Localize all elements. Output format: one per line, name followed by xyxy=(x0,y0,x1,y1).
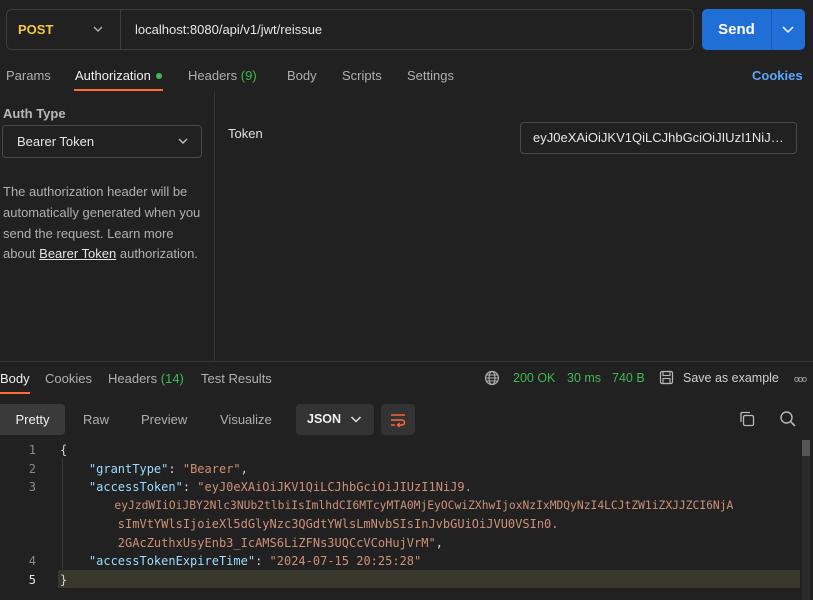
response-headers-count: (14) xyxy=(160,371,184,386)
auth-type-label: Auth Type xyxy=(3,106,66,121)
method-label: POST xyxy=(18,22,54,37)
json-key: "accessToken" xyxy=(88,480,183,494)
search-icon[interactable] xyxy=(779,410,797,428)
chevron-down-icon[interactable] xyxy=(782,24,794,34)
headers-count: (9) xyxy=(240,68,257,83)
line-number: 3 xyxy=(28,480,36,494)
format-visualize[interactable]: Visualize xyxy=(220,412,272,427)
code-line[interactable]: "grantType": "Bearer", xyxy=(60,462,248,476)
format-raw[interactable]: Raw xyxy=(83,412,109,427)
response-tab-body[interactable]: Body xyxy=(0,371,30,386)
scrollbar-thumb[interactable] xyxy=(802,440,810,456)
more-options-icon[interactable]: ooo xyxy=(794,374,807,384)
open-brace: { xyxy=(60,443,68,457)
tab-headers-label: Headers xyxy=(188,68,238,83)
response-tab-headers[interactable]: Headers (14) xyxy=(108,371,184,386)
token-label: Token xyxy=(228,126,263,141)
tab-scripts[interactable]: Scripts xyxy=(342,68,382,83)
json-value: "2024-07-15 20:25:28" xyxy=(269,554,422,568)
send-divider xyxy=(771,9,772,50)
copy-icon[interactable] xyxy=(738,410,756,428)
active-dot-icon xyxy=(155,72,162,79)
method-select[interactable]: POST xyxy=(7,10,121,49)
json-key: "grantType" xyxy=(88,462,169,476)
json-value-cont: sImVtYWlsIjoieXl5dGlyNzc3QGdtYWlsLmNvbSI… xyxy=(117,517,559,531)
code-line[interactable]: "accessTokenExpireTime": "2024-07-15 20:… xyxy=(60,554,421,568)
response-size[interactable]: 740 B xyxy=(612,371,645,385)
tab-authorization[interactable]: Authorization xyxy=(75,68,162,83)
bearer-token-link[interactable]: Bearer Token xyxy=(39,246,116,261)
url-input[interactable]: localhost:8080/api/v1/jwt/reissue xyxy=(135,22,322,37)
request-bar: POST localhost:8080/api/v1/jwt/reissue xyxy=(6,9,694,50)
response-tab-cookies[interactable]: Cookies xyxy=(45,371,92,386)
line-number: 5 xyxy=(28,573,36,587)
response-time[interactable]: 30 ms xyxy=(567,371,601,385)
auth-type-value: Bearer Token xyxy=(17,134,95,149)
code-line[interactable]: { xyxy=(60,443,67,457)
line-number: 2 xyxy=(28,462,36,476)
wrap-lines-button[interactable] xyxy=(381,404,415,435)
response-divider xyxy=(0,361,813,362)
auth-desc-text-end: authorization. xyxy=(116,246,198,262)
tab-headers[interactable]: Headers (9) xyxy=(188,68,257,83)
json-key: "accessTokenExpireTime" xyxy=(88,554,256,568)
active-tab-underline xyxy=(74,89,163,91)
send-button-group: Send xyxy=(702,9,805,50)
json-value-cont: 2GAcZuthxUsyEnb3_IcAMS6LiZFNs3UQCcVCoHuj… xyxy=(117,536,436,550)
close-brace: } xyxy=(60,573,68,587)
code-line[interactable]: "accessToken": "eyJ0eXAiOiJKV1QiLCJhbGci… xyxy=(60,480,472,494)
tab-settings[interactable]: Settings xyxy=(407,68,454,83)
auth-type-select[interactable]: Bearer Token xyxy=(2,125,202,158)
save-as-example-button[interactable]: Save as example xyxy=(683,371,779,385)
json-value: "eyJ0eXAiOiJKV1QiLCJhbGciOiJIUzI1NiJ9. xyxy=(197,480,472,494)
line-number: 1 xyxy=(28,443,36,457)
tab-params[interactable]: Params xyxy=(6,68,51,83)
format-preview[interactable]: Preview xyxy=(141,412,187,427)
format-pretty[interactable]: Pretty xyxy=(0,404,65,435)
tab-body[interactable]: Body xyxy=(287,68,317,83)
chevron-down-icon xyxy=(178,138,188,144)
code-line-wrapped[interactable]: sImVtYWlsIjoieXl5dGlyNzc3QGdtYWlsLmNvbSI… xyxy=(60,517,559,531)
send-button[interactable]: Send xyxy=(702,9,771,50)
save-icon[interactable] xyxy=(659,370,674,385)
chevron-down-icon xyxy=(93,26,103,32)
status-code[interactable]: 200 OK xyxy=(513,371,555,385)
wrap-lines-icon xyxy=(391,413,406,427)
current-line-highlight xyxy=(58,570,800,588)
code-line-wrapped[interactable]: 2GAcZuthxUsyEnb3_IcAMS6LiZFNs3UQCcVCoHuj… xyxy=(60,536,443,550)
response-tab-test-results[interactable]: Test Results xyxy=(201,371,272,386)
globe-icon[interactable] xyxy=(484,370,500,386)
cookies-link[interactable]: Cookies xyxy=(752,68,803,83)
code-line[interactable]: } xyxy=(60,573,67,587)
tab-authorization-label: Authorization xyxy=(75,68,151,83)
auth-description: The authorization header will be automat… xyxy=(3,182,209,265)
line-number: 4 xyxy=(28,554,36,568)
response-active-underline xyxy=(0,392,30,394)
chevron-down-icon xyxy=(350,416,362,423)
json-value: "Bearer" xyxy=(182,462,241,476)
auth-panel-divider xyxy=(214,92,215,362)
vertical-scrollbar[interactable] xyxy=(802,440,810,600)
language-select[interactable]: JSON xyxy=(296,404,374,435)
json-value-cont: eyJzdWIiOiJBY2Nlc3NUb2tlbiIsImlhdCI6MTcy… xyxy=(114,499,734,512)
language-value: JSON xyxy=(307,412,342,426)
code-line-wrapped[interactable]: eyJzdWIiOiJBY2Nlc3NUb2tlbiIsImlhdCI6MTcy… xyxy=(60,499,733,512)
token-input[interactable]: eyJ0eXAiOiJKV1QiLCJhbGciOiJIUzI1NiJ9.eyJ… xyxy=(520,122,797,154)
response-tab-headers-label: Headers xyxy=(108,371,158,386)
